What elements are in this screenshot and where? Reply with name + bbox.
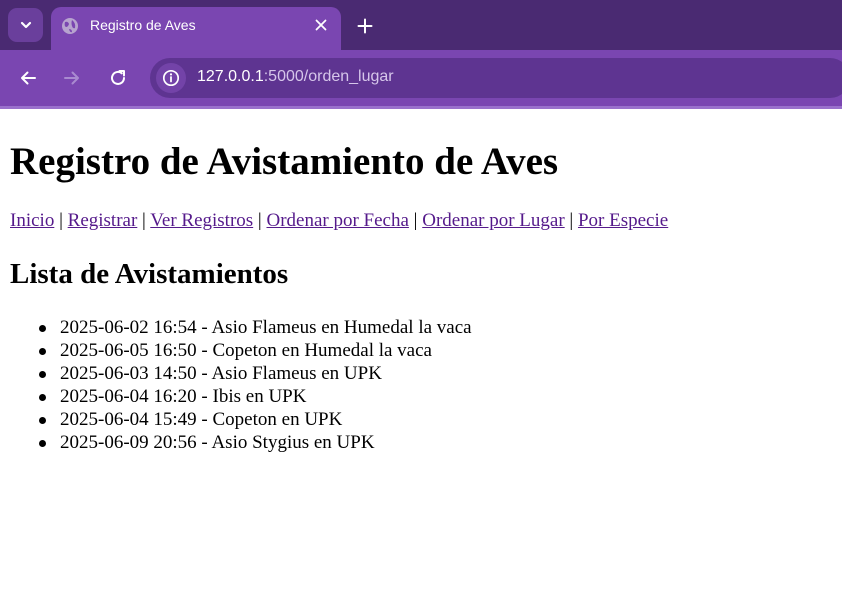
tab-title: Registro de Aves — [90, 17, 196, 33]
list-item: 2025-06-02 16:54 - Asio Flameus en Humed… — [39, 317, 472, 338]
url-text: 127.0.0.1:5000/orden_lugar — [197, 68, 394, 86]
new-tab-button[interactable] — [353, 14, 377, 38]
nav-link-inicio[interactable]: Inicio — [10, 210, 54, 231]
page-title: Registro de Avistamiento de Aves — [10, 140, 559, 183]
sightings-list: 2025-06-02 16:54 - Asio Flameus en Humed… — [39, 316, 472, 454]
nav-separator: | — [408, 210, 423, 231]
nav-link-registrar[interactable]: Registrar — [68, 210, 138, 231]
forward-button[interactable] — [60, 66, 84, 90]
plus-icon — [357, 18, 373, 34]
globe-icon — [62, 18, 78, 34]
back-button[interactable] — [16, 66, 40, 90]
browser-toolbar: 127.0.0.1:5000/orden_lugar — [0, 50, 842, 106]
url-path: :5000/orden_lugar — [263, 68, 394, 85]
address-bar[interactable]: 127.0.0.1:5000/orden_lugar — [150, 58, 842, 98]
arrow-right-icon — [64, 71, 79, 85]
nav-link-ver-registros[interactable]: Ver Registros — [150, 210, 253, 231]
nav-link-ordenar-lugar[interactable]: Ordenar por Lugar — [422, 210, 564, 231]
nav-link-ordenar-fecha[interactable]: Ordenar por Fecha — [266, 210, 408, 231]
tab-close-button[interactable] — [313, 17, 329, 33]
reload-button[interactable] — [106, 66, 130, 90]
list-item: 2025-06-04 15:49 - Copeton en UPK — [39, 408, 472, 431]
tab-strip: Registro de Aves — [0, 0, 842, 50]
list-item: 2025-06-03 14:50 - Asio Flameus en UPK — [39, 362, 472, 385]
nav-separator: | — [253, 210, 267, 231]
active-tab[interactable]: Registro de Aves — [51, 7, 341, 50]
list-item: 2025-06-09 20:56 - Asio Stygius en UPK — [39, 431, 472, 454]
list-heading: Lista de Avistamientos — [10, 258, 289, 290]
info-icon — [162, 69, 180, 87]
nav-separator: | — [137, 210, 151, 231]
close-icon — [315, 19, 327, 31]
nav-link-por-especie[interactable]: Por Especie — [578, 210, 668, 231]
arrow-left-icon — [21, 71, 36, 85]
url-host: 127.0.0.1 — [197, 68, 264, 85]
tab-search-button[interactable] — [8, 8, 43, 42]
nav-separator: | — [564, 210, 578, 231]
page-content: Registro de Avistamiento de Aves Inicio … — [0, 109, 842, 613]
nav-separator: | — [54, 210, 68, 231]
site-nav: Inicio | Registrar | Ver Registros | Ord… — [10, 210, 668, 232]
chevron-down-icon — [20, 21, 31, 29]
site-info-button[interactable] — [156, 63, 186, 93]
list-item: 2025-06-05 16:50 - Copeton en Humedal la… — [39, 339, 472, 362]
reload-icon — [111, 70, 125, 85]
list-item: 2025-06-04 16:20 - Ibis en UPK — [39, 385, 472, 408]
